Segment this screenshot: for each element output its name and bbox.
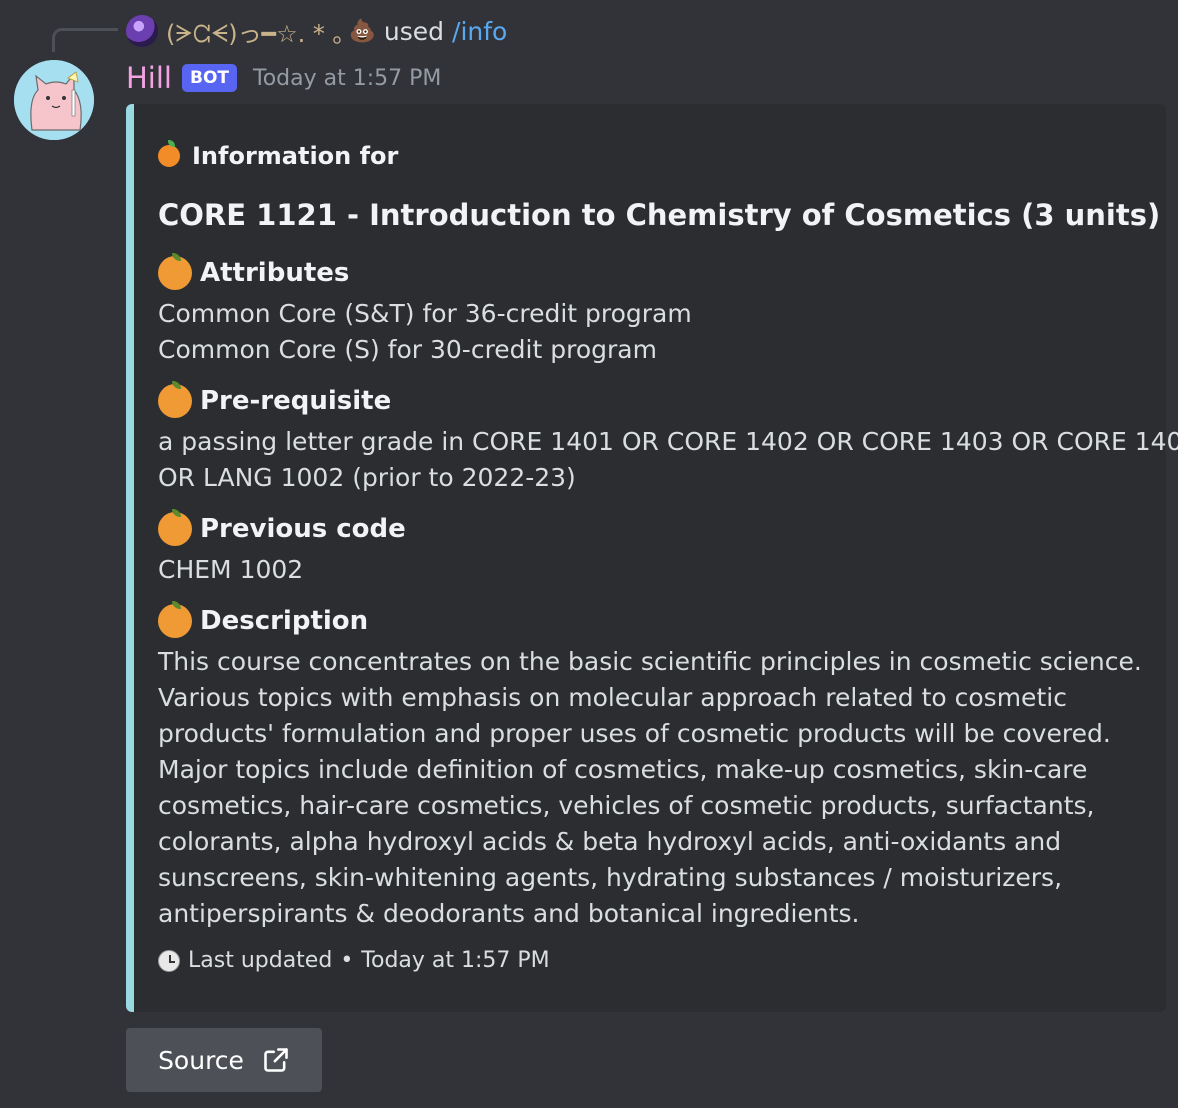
- reply-reference[interactable]: (ᗒᘳᗕ)っ━☆. * ｡ 💩 used /info: [126, 14, 507, 48]
- field-value-line: antiperspirants & deodorants and botanic…: [158, 899, 860, 928]
- tangerine-icon: [158, 140, 180, 167]
- field-name-text: Description: [200, 606, 369, 636]
- footer-label: Last updated: [188, 948, 333, 973]
- course-info-embed: Information for CORE 1121 - Introduction…: [126, 104, 1178, 1012]
- field-value-line: This course concentrates on the basic sc…: [158, 647, 1142, 676]
- tangerine-icon: [158, 381, 192, 418]
- field-value-line: products' formulation and proper uses of…: [158, 719, 1111, 748]
- clock-icon: [158, 949, 180, 972]
- field-value-line: Common Core (S) for 30-credit program: [158, 335, 657, 364]
- field-name-text: Pre-requisite: [200, 386, 392, 416]
- field-description-value: This course concentrates on the basic sc…: [158, 644, 1142, 932]
- embed-author: Information for: [158, 140, 399, 170]
- field-value-line: cosmetics, hair-care cosmetics, vehicles…: [158, 791, 1095, 820]
- footer-timestamp: Today at 1:57 PM: [361, 948, 550, 973]
- field-value-line: Various topics with emphasis on molecula…: [158, 683, 1067, 712]
- poop-emoji-icon: 💩: [348, 18, 376, 44]
- field-previous-code-name: Previous code: [158, 509, 406, 546]
- bot-badge: BOT: [181, 64, 237, 92]
- source-button-label: Source: [158, 1045, 244, 1075]
- field-attributes-value: Common Core (S&T) for 36-credit program …: [158, 296, 692, 368]
- field-value-line: a passing letter grade in CORE 1401 OR C…: [158, 427, 1178, 456]
- field-prerequisite-value: a passing letter grade in CORE 1401 OR C…: [158, 424, 1178, 496]
- field-value-line: OR LANG 1002 (prior to 2022-23): [158, 463, 576, 492]
- field-description-name: Description: [158, 601, 369, 638]
- field-value-line: CHEM 1002: [158, 555, 304, 584]
- embed-footer: Last updated • Today at 1:57 PM: [158, 948, 550, 973]
- author-name[interactable]: Hill: [126, 61, 172, 95]
- external-link-icon: [264, 1048, 288, 1072]
- source-link-button[interactable]: Source: [126, 1028, 322, 1092]
- field-previous-code-value: CHEM 1002: [158, 552, 303, 588]
- reply-user-avatar[interactable]: [126, 15, 158, 47]
- field-value-line: Common Core (S&T) for 36-credit program: [158, 299, 692, 328]
- reply-connector-line: [52, 28, 118, 52]
- field-value-line: colorants, alpha hydroxyl acids & beta h…: [158, 827, 1062, 856]
- message-header: Hill BOT Today at 1:57 PM: [126, 58, 441, 98]
- field-value-line: Major topics include definition of cosme…: [158, 755, 1088, 784]
- reply-used-text: used: [383, 16, 445, 46]
- tangerine-icon: [158, 509, 192, 546]
- field-attributes-name: Attributes: [158, 253, 350, 290]
- bot-avatar[interactable]: [14, 60, 94, 140]
- reply-command-link[interactable]: /info: [452, 17, 507, 46]
- message-timestamp[interactable]: Today at 1:57 PM: [253, 66, 441, 91]
- cat-avatar-icon: [14, 60, 94, 140]
- footer-separator: •: [340, 948, 354, 973]
- tangerine-icon: [158, 601, 192, 638]
- field-name-text: Previous code: [200, 514, 406, 544]
- field-prerequisite-name: Pre-requisite: [158, 381, 392, 418]
- field-value-line: sunscreens, skin-whitening agents, hydra…: [158, 863, 1063, 892]
- tangerine-icon: [158, 253, 192, 290]
- embed-title: CORE 1121 - Introduction to Chemistry of…: [158, 198, 1161, 232]
- embed-author-text: Information for: [192, 142, 399, 170]
- reply-username[interactable]: (ᗒᘳᗕ)っ━☆. * ｡: [166, 14, 345, 49]
- field-name-text: Attributes: [200, 258, 350, 288]
